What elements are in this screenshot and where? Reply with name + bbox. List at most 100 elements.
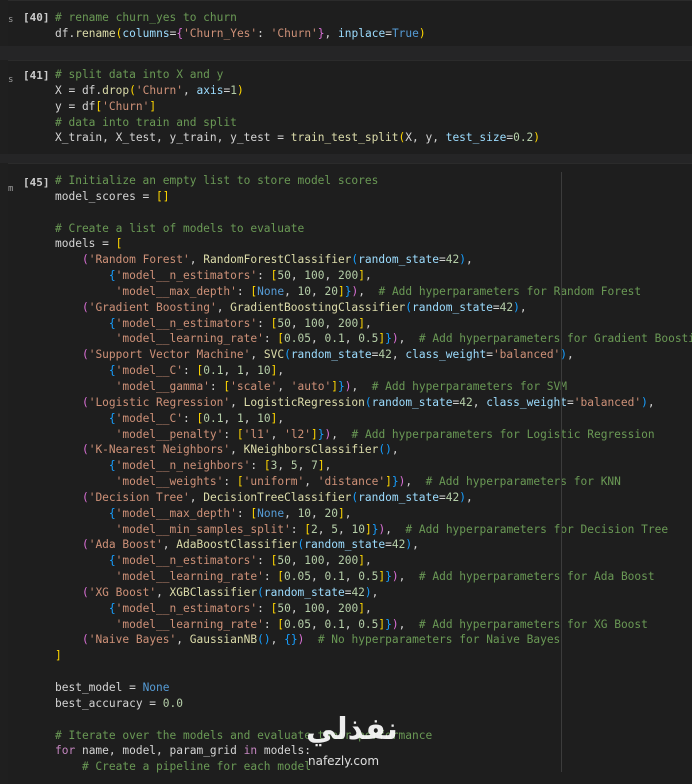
code-token: , — [364, 316, 372, 330]
code-token: , — [344, 570, 359, 584]
code-token: { — [108, 364, 116, 378]
code-token: 'model__learning_rate' — [115, 617, 264, 631]
code-token: = — [492, 300, 500, 314]
code-token: , — [284, 284, 298, 298]
code-line: # Initialize an empty list to store mode… — [55, 173, 688, 189]
code-token: , — [465, 253, 473, 267]
code-token: , — [465, 490, 473, 504]
code-token: = — [385, 538, 392, 552]
code-editor[interactable]: # rename churn_yes to churn df.rename(col… — [55, 10, 688, 42]
code-token: 'model__learning_rate' — [115, 570, 264, 584]
code-token: 50 — [277, 601, 291, 615]
code-token: # Add hyperparameters for Gradient Boost… — [418, 332, 692, 346]
code-token: class_weight — [486, 395, 568, 409]
code-token: random_state — [358, 253, 439, 267]
code-token: 'distance' — [317, 475, 386, 489]
code-editor[interactable]: # Initialize an empty list to store mode… — [55, 173, 692, 775]
code-line: # rename churn_yes to churn — [55, 10, 688, 26]
code-token: 'model__C' — [115, 364, 183, 378]
code-token: , — [277, 411, 285, 425]
code-token: 10 — [297, 506, 312, 520]
code-token: ] — [149, 99, 157, 113]
code-token: 42 — [499, 300, 514, 314]
code-token: ) — [641, 395, 648, 409]
code-token: , — [358, 284, 379, 298]
code-token: # split data into X and y — [55, 68, 224, 81]
code-token: } — [344, 284, 352, 298]
code-token: 'model__penalty' — [115, 427, 224, 441]
code-token: , — [364, 601, 372, 615]
code-token: DecisionTreeClassifier — [203, 490, 352, 504]
code-token: ] — [385, 475, 392, 489]
code-token: ( — [81, 348, 89, 362]
code-token: random_state — [371, 395, 453, 409]
code-token: 0.05 — [284, 617, 311, 631]
code-token: , — [324, 316, 338, 330]
code-token: = — [439, 490, 446, 504]
code-token: ] — [358, 316, 365, 330]
code-token: , — [324, 269, 338, 283]
code-cell-45[interactable]: m [45] # Initialize an empty list to sto… — [8, 163, 692, 784]
code-token: } — [337, 379, 345, 393]
code-token: : — [263, 570, 278, 584]
code-token: 20 — [324, 506, 339, 520]
code-token: , — [230, 395, 244, 409]
code-token: 1 — [236, 411, 244, 425]
code-token: 5 — [331, 522, 338, 536]
code-token: , — [270, 427, 285, 441]
code-token: [ — [304, 522, 311, 536]
code-token: # Add hyperparameters for Decision Tree — [405, 522, 669, 536]
code-token: 100 — [304, 601, 325, 615]
code-token: inplace — [338, 26, 386, 40]
code-token: [ — [236, 475, 244, 489]
code-cell-40[interactable]: s [40] # rename churn_yes to churn df.ren… — [8, 0, 692, 47]
code-token: ( — [81, 253, 89, 267]
code-token: 2 — [310, 522, 318, 536]
execution-count: [40] — [23, 11, 50, 24]
code-token: 'model__n_estimators' — [115, 601, 258, 615]
code-token: , — [216, 300, 231, 314]
code-token: ] — [338, 284, 345, 298]
code-token: 50 — [277, 554, 291, 568]
code-token: , — [364, 269, 372, 283]
code-token: in — [243, 744, 258, 758]
code-line: 'model__learning_rate': [0.05, 0.1, 0.5]… — [55, 331, 692, 347]
code-cell-41[interactable]: s [41] # split data into X and y X = df.d… — [8, 60, 692, 155]
code-token: 'Naive Bayes' — [88, 633, 177, 647]
code-token: ] — [311, 427, 318, 441]
code-token: } — [385, 570, 392, 584]
code-token: , — [324, 26, 339, 40]
code-token: [] — [156, 189, 170, 203]
code-token: , — [385, 522, 406, 536]
code-editor[interactable]: # split data into X and y X = df.drop('Ch… — [55, 67, 688, 146]
code-line: 'model__weights': ['uniform', 'distance'… — [55, 474, 688, 490]
code-token: 'model__gamma' — [115, 379, 210, 393]
code-token: 'uniform' — [243, 475, 305, 489]
code-line: ('Ada Boost', AdaBoostClassifier(random_… — [55, 537, 688, 553]
code-token: , — [223, 411, 237, 425]
code-token: 'scale' — [230, 379, 278, 393]
code-token: model_scores = — [55, 189, 157, 203]
code-token: 200 — [338, 601, 359, 615]
code-token: , — [344, 332, 359, 346]
code-token: 'model__max_depth' — [115, 506, 237, 520]
code-token: ) — [513, 300, 520, 314]
code-token: : — [263, 332, 278, 346]
code-token: , — [189, 490, 204, 504]
code-token: , — [344, 506, 352, 520]
code-token: RandomForestClassifier — [203, 253, 352, 267]
code-token: , — [567, 348, 574, 362]
code-token: ] — [317, 459, 325, 473]
code-line: {'model__n_estimators': [50, 100, 200], — [55, 553, 688, 569]
code-token: } — [317, 427, 325, 441]
code-token: 42 — [445, 253, 460, 267]
code-token: 'Churn' — [135, 83, 184, 97]
code-line: models = [ — [55, 236, 688, 252]
